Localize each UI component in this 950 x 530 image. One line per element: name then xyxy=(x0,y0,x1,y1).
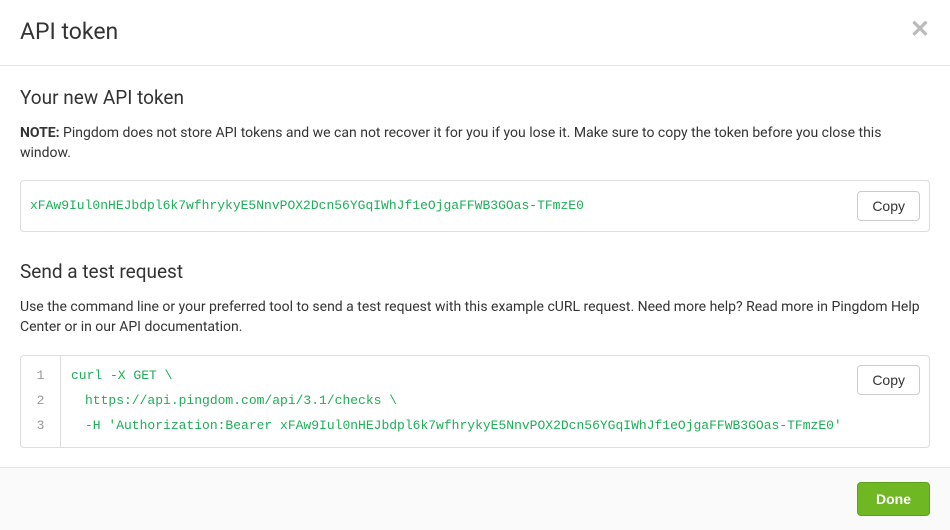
code-line-2: https://api.pingdom.com/api/3.1/checks \ xyxy=(71,389,919,414)
line-numbers: 1 2 3 xyxy=(21,356,61,447)
test-section-title: Send a test request xyxy=(20,260,930,283)
note-label: NOTE: xyxy=(20,125,60,141)
close-icon: ✕ xyxy=(910,16,930,43)
token-value: xFAw9Iul0nHEJbdpl6k7wfhrykyE5NnvPOX2Dcn5… xyxy=(30,198,584,213)
token-section-title: Your new API token xyxy=(20,86,930,109)
note-text: Pingdom does not store API tokens and we… xyxy=(20,125,881,161)
modal-header: API token ✕ xyxy=(0,0,950,66)
api-token-modal: API token ✕ Your new API token NOTE: Pin… xyxy=(0,0,950,530)
code-line-3: -H 'Authorization:Bearer xFAw9Iul0nHEJbd… xyxy=(71,414,919,439)
close-button[interactable]: ✕ xyxy=(910,18,930,42)
token-note: NOTE: Pingdom does not store API tokens … xyxy=(20,123,930,164)
token-box: xFAw9Iul0nHEJbdpl6k7wfhrykyE5NnvPOX2Dcn5… xyxy=(20,180,930,232)
test-help-text: Use the command line or your preferred t… xyxy=(20,297,930,338)
done-button[interactable]: Done xyxy=(857,482,930,516)
modal-footer: Done xyxy=(0,467,950,530)
line-number-1: 1 xyxy=(21,364,60,389)
code-line-1: curl -X GET \ xyxy=(71,364,919,389)
line-number-3: 3 xyxy=(21,414,60,439)
line-number-2: 2 xyxy=(21,389,60,414)
modal-title: API token xyxy=(20,18,118,45)
modal-body: Your new API token NOTE: Pingdom does no… xyxy=(0,66,950,467)
code-box: 1 2 3 curl -X GET \ https://api.pingdom.… xyxy=(20,355,930,448)
code-content: curl -X GET \ https://api.pingdom.com/ap… xyxy=(61,356,929,447)
copy-token-button[interactable]: Copy xyxy=(857,191,920,221)
copy-code-button[interactable]: Copy xyxy=(857,365,920,395)
